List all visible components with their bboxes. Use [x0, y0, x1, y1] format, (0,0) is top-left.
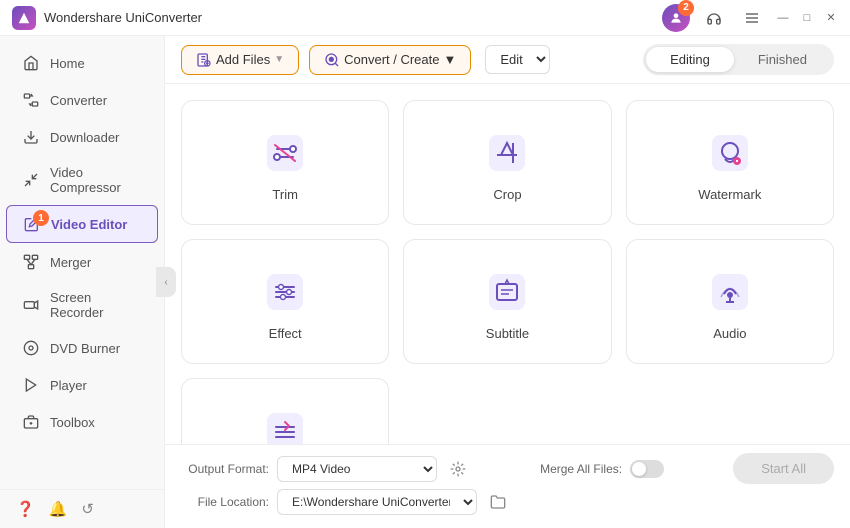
- file-location-label: File Location:: [181, 495, 269, 509]
- toolbar: Add Files ▼ Convert / Create ▼ Edit Edit…: [165, 36, 850, 84]
- sidebar-item-video-editor[interactable]: Video Editor 1: [6, 205, 158, 243]
- merger-icon: [22, 253, 40, 271]
- sidebar-item-label: Player: [50, 378, 87, 393]
- subtitle-label: Subtitle: [486, 326, 529, 341]
- sidebar-item-dvd-burner[interactable]: DVD Burner: [6, 330, 158, 366]
- add-files-label: Add Files: [216, 52, 270, 67]
- trim-label: Trim: [272, 187, 298, 202]
- edit-select[interactable]: Edit: [485, 45, 550, 74]
- sidebar-item-label: Video Editor: [51, 217, 127, 232]
- support-icon[interactable]: [700, 4, 728, 32]
- add-file-icon: [196, 52, 212, 68]
- sidebar-bottom: ❓ 🔔 ↺: [0, 489, 164, 528]
- converter-icon: [22, 91, 40, 109]
- convert-chevron: ▼: [443, 52, 456, 67]
- notifications-icon[interactable]: 🔔: [49, 500, 68, 518]
- main-layout: Home Converter Downloader Video Compress…: [0, 36, 850, 528]
- speed-card[interactable]: Speed: [181, 378, 389, 444]
- crop-icon: [483, 129, 531, 177]
- menu-icon[interactable]: [738, 4, 766, 32]
- sidebar-item-screen-recorder[interactable]: Screen Recorder: [6, 281, 158, 329]
- badge-indicator: 1: [33, 210, 49, 226]
- content-area: Add Files ▼ Convert / Create ▼ Edit Edit…: [165, 36, 850, 528]
- add-files-button[interactable]: Add Files ▼: [181, 45, 299, 75]
- speed-icon: [261, 407, 309, 444]
- sidebar-item-toolbox[interactable]: Toolbox: [6, 404, 158, 440]
- format-settings-icon[interactable]: [445, 456, 471, 482]
- watermark-card[interactable]: Watermark: [626, 100, 834, 225]
- file-location-select[interactable]: E:\Wondershare UniConverter: [277, 489, 477, 515]
- minimize-button[interactable]: —: [776, 11, 790, 25]
- help-icon[interactable]: ❓: [16, 500, 35, 518]
- app-logo: [12, 6, 36, 30]
- convert-icon: [324, 52, 340, 68]
- toolbox-icon: [22, 413, 40, 431]
- user-avatar[interactable]: [662, 4, 690, 32]
- sidebar-collapse-button[interactable]: ‹: [156, 267, 176, 297]
- tab-editing[interactable]: Editing: [646, 47, 734, 72]
- output-format-label: Output Format:: [181, 462, 269, 476]
- app-title: Wondershare UniConverter: [44, 10, 202, 25]
- dvd-icon: [22, 339, 40, 357]
- watermark-label: Watermark: [698, 187, 761, 202]
- convert-label: Convert / Create: [344, 52, 439, 67]
- compress-icon: [22, 171, 40, 189]
- effect-card[interactable]: Effect: [181, 239, 389, 364]
- sidebar-item-label: DVD Burner: [50, 341, 120, 356]
- effect-label: Effect: [269, 326, 302, 341]
- file-location-row: File Location: E:\Wondershare UniConvert…: [181, 489, 834, 515]
- bottom-bar: Output Format: MP4 Video Merge All Files…: [165, 444, 850, 528]
- output-format-select[interactable]: MP4 Video: [277, 456, 437, 482]
- maximize-button[interactable]: □: [800, 11, 814, 25]
- crop-card[interactable]: Crop: [403, 100, 611, 225]
- sidebar: Home Converter Downloader Video Compress…: [0, 36, 165, 528]
- feature-grid: Trim Crop: [181, 100, 834, 444]
- close-button[interactable]: ✕: [824, 11, 838, 25]
- titlebar: Wondershare UniConverter — □ ✕: [0, 0, 850, 36]
- sidebar-item-label: Merger: [50, 255, 91, 270]
- sidebar-item-home[interactable]: Home: [6, 45, 158, 81]
- sidebar-item-video-compressor[interactable]: Video Compressor: [6, 156, 158, 204]
- sidebar-item-label: Video Compressor: [50, 165, 142, 195]
- merge-toggle[interactable]: [630, 460, 664, 478]
- crop-label: Crop: [493, 187, 521, 202]
- browse-folder-icon[interactable]: [485, 489, 511, 515]
- refresh-icon[interactable]: ↺: [81, 500, 94, 518]
- tab-finished[interactable]: Finished: [734, 47, 831, 72]
- downloader-icon: [22, 128, 40, 146]
- sidebar-item-player[interactable]: Player: [6, 367, 158, 403]
- merge-label: Merge All Files:: [540, 462, 622, 476]
- subtitle-card[interactable]: Subtitle: [403, 239, 611, 364]
- titlebar-left: Wondershare UniConverter: [12, 6, 202, 30]
- audio-card[interactable]: Audio: [626, 239, 834, 364]
- sidebar-item-label: Toolbox: [50, 415, 95, 430]
- home-icon: [22, 54, 40, 72]
- sidebar-nav: Home Converter Downloader Video Compress…: [0, 36, 164, 489]
- sidebar-item-label: Converter: [50, 93, 107, 108]
- grid-area: Trim Crop: [165, 84, 850, 444]
- effect-icon: [261, 268, 309, 316]
- sidebar-item-label: Screen Recorder: [50, 290, 142, 320]
- sidebar-item-label: Downloader: [50, 130, 119, 145]
- record-icon: [22, 296, 40, 314]
- sidebar-item-label: Home: [50, 56, 85, 71]
- trim-card[interactable]: Trim: [181, 100, 389, 225]
- sidebar-item-merger[interactable]: Merger: [6, 244, 158, 280]
- subtitle-icon: [483, 268, 531, 316]
- sidebar-item-downloader[interactable]: Downloader: [6, 119, 158, 155]
- watermark-icon: [706, 129, 754, 177]
- trim-icon: [261, 129, 309, 177]
- player-icon: [22, 376, 40, 394]
- output-format-row: Output Format: MP4 Video Merge All Files…: [181, 453, 834, 484]
- convert-button[interactable]: Convert / Create ▼: [309, 45, 471, 75]
- audio-label: Audio: [713, 326, 746, 341]
- start-all-button[interactable]: Start All: [733, 453, 834, 484]
- tab-group: Editing Finished: [643, 44, 834, 75]
- titlebar-right: — □ ✕: [662, 4, 838, 32]
- sidebar-item-converter[interactable]: Converter: [6, 82, 158, 118]
- audio-icon: [706, 268, 754, 316]
- add-files-chevron: ▼: [274, 54, 284, 65]
